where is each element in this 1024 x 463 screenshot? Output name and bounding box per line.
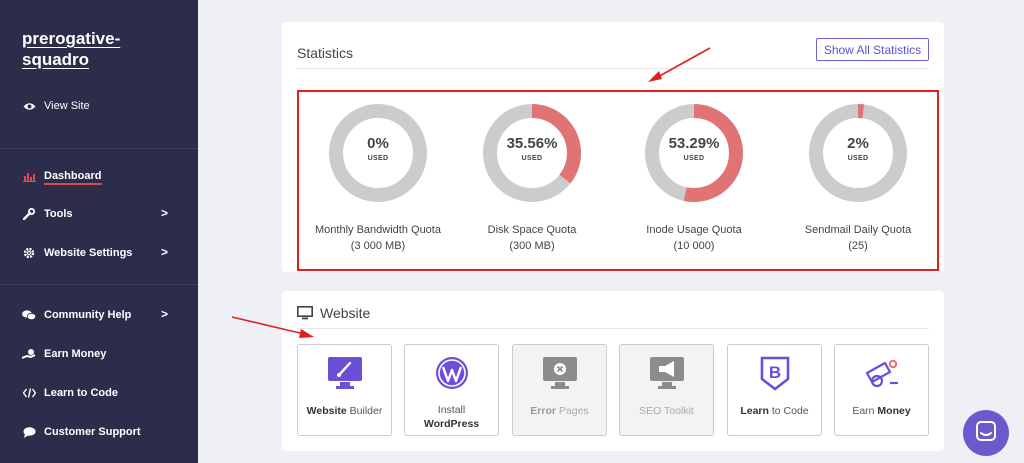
quota-label: Inode Usage Quota (10 000): [614, 222, 774, 254]
quota-used-label: USED: [847, 155, 869, 162]
chevron-right-icon: >: [160, 245, 168, 259]
sidebar-divider: [0, 284, 198, 285]
seo-toolkit-tile[interactable]: SEO Toolkit: [619, 344, 714, 436]
learn-to-code-tile[interactable]: B Learn to Code: [727, 344, 822, 436]
donut-track: [809, 104, 907, 202]
website-title: Website: [320, 305, 371, 321]
quota-name: Inode Usage Quota: [646, 224, 742, 236]
sidebar-item-customer-support[interactable]: Customer Support: [22, 422, 172, 442]
monitor-error-icon: [541, 355, 579, 391]
quota-label: Disk Space Quota (300 MB): [452, 222, 612, 254]
sidebar: prerogative-squadro View Site Dashboard …: [0, 0, 198, 463]
svg-text:B: B: [769, 363, 781, 382]
chat-icon: [22, 308, 36, 322]
monitor-brush-icon: [326, 355, 364, 391]
quota-label: Sendmail Daily Quota (25): [778, 222, 938, 254]
quota-used-label: USED: [683, 155, 705, 162]
annotation-arrow: [648, 47, 711, 82]
sidebar-divider: [0, 148, 198, 149]
website-card: Website Website Builder Install WordPress…: [282, 291, 944, 451]
chat-icon: [975, 420, 997, 447]
tile-label: Install WordPress: [423, 404, 480, 430]
quota-percent: 53.29%: [668, 135, 720, 152]
quota-name: Monthly Bandwidth Quota: [315, 224, 441, 236]
sidebar-item-label: Community Help: [44, 309, 132, 321]
chart-icon: [22, 169, 36, 183]
sidebar-item-label: Tools: [44, 208, 73, 220]
tile-label: Learn to Code: [740, 405, 809, 417]
quota-donut: [809, 104, 907, 202]
quota-limit: (25): [848, 240, 868, 252]
website-builder-tile[interactable]: Website Builder: [297, 344, 392, 436]
sidebar-item-label: Learn to Code: [44, 387, 118, 399]
sidebar-item-community-help[interactable]: Community Help >: [22, 305, 172, 325]
sidebar-item-earn-money[interactable]: Earn Money: [22, 344, 172, 364]
website-divider: [297, 328, 929, 329]
wordpress-icon: [433, 355, 471, 391]
chat-widget-button[interactable]: [963, 410, 1009, 456]
cannon-icon: [863, 355, 901, 391]
sidebar-item-label: Customer Support: [44, 426, 141, 438]
error-pages-tile[interactable]: Error Pages: [512, 344, 607, 436]
quota-limit: (3 000 MB): [350, 240, 406, 252]
quota-used-label: USED: [521, 155, 543, 162]
quota-percent: 35.56%: [506, 135, 558, 152]
bootstrap-icon: B: [756, 355, 794, 391]
chevron-right-icon: >: [160, 206, 168, 220]
show-all-statistics-button[interactable]: Show All Statistics: [816, 38, 929, 61]
gear-icon: [22, 246, 36, 260]
donut-track: [329, 104, 427, 202]
statistics-title: Statistics: [297, 45, 354, 61]
sidebar-item-learn-to-code[interactable]: Learn to Code: [22, 383, 172, 403]
quota-donut: [329, 104, 427, 202]
quota-name: Disk Space Quota: [487, 224, 577, 236]
quota-used-label: USED: [367, 155, 389, 162]
code-icon: [22, 386, 36, 400]
quota-name: Sendmail Daily Quota: [804, 224, 912, 236]
active-indicator: [44, 183, 102, 185]
install-wordpress-tile[interactable]: Install WordPress: [404, 344, 499, 436]
eye-icon: [22, 99, 36, 113]
sidebar-item-website-settings[interactable]: Website Settings >: [22, 243, 172, 263]
sidebar-item-label: View Site: [44, 100, 90, 112]
tile-label: Earn Money: [852, 405, 911, 417]
support-icon: [22, 425, 36, 439]
money-icon: [22, 347, 36, 361]
tile-label: Error Pages: [530, 405, 589, 417]
sidebar-item-label: Dashboard: [44, 170, 102, 182]
sidebar-item-label: Website Settings: [44, 247, 133, 259]
sidebar-item-tools[interactable]: Tools >: [22, 204, 172, 224]
earn-money-tile[interactable]: Earn Money: [834, 344, 929, 436]
statistics-card: Statistics Show All Statistics 0% USED Mon…: [282, 22, 944, 272]
quota-donut: [645, 104, 743, 202]
quota-limit: (300 MB): [509, 240, 555, 252]
tile-label: SEO Toolkit: [639, 405, 694, 417]
statistics-divider: [297, 68, 929, 69]
sidebar-item-label: Earn Money: [44, 348, 107, 360]
tile-label: Website Builder: [306, 405, 383, 417]
quota-percent: 0%: [367, 135, 389, 152]
chevron-right-icon: >: [160, 307, 168, 321]
quota-percent: 2%: [847, 135, 869, 152]
wrench-icon: [22, 207, 36, 221]
annotation-arrow: [231, 316, 314, 338]
sidebar-item-view-site[interactable]: View Site: [22, 96, 172, 116]
quota-donut: [483, 104, 581, 202]
quota-label: Monthly Bandwidth Quota (3 000 MB): [298, 222, 458, 254]
megaphone-icon: [648, 355, 686, 391]
site-name[interactable]: prerogative-squadro: [22, 28, 182, 70]
quota-limit: (10 000): [673, 240, 715, 252]
